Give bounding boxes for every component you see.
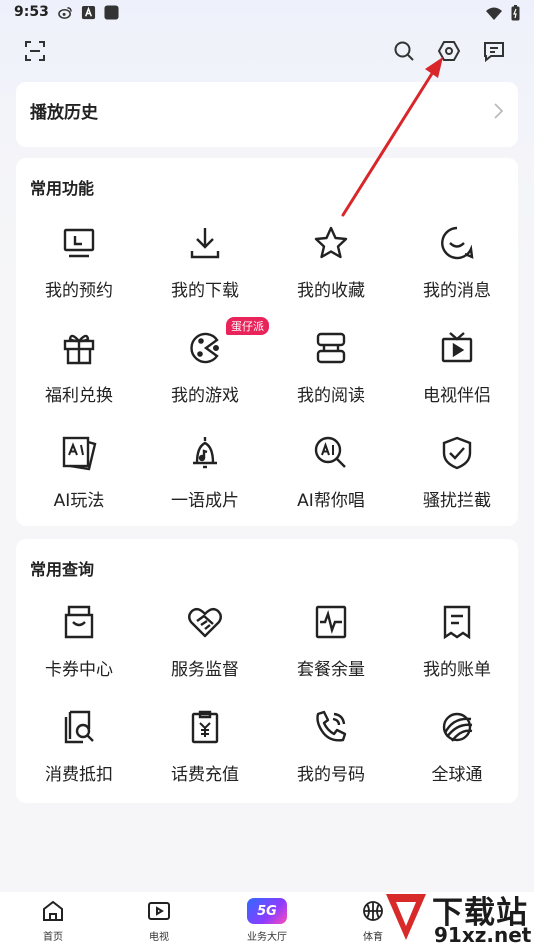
app-square-icon [104,5,119,20]
func-item-welfare[interactable]: 福利兑换 [16,329,142,419]
chevron-right-icon [494,103,504,119]
yuan-clipboard-icon [186,708,224,746]
func-item-favorites[interactable]: 我的收藏 [268,224,394,314]
weibo-icon [58,7,72,19]
func-item-messages[interactable]: 我的消息 [394,224,520,314]
ai-search-icon [312,434,350,472]
gift-icon [60,329,98,367]
search-icon[interactable] [391,38,417,64]
history-title: 播放历史 [30,103,98,123]
func-item-games[interactable]: 我的游戏 [142,329,268,419]
func-label: 我的消息 [423,281,491,301]
query-item-bill[interactable]: 我的账单 [394,603,520,693]
status-icons-left [58,5,119,20]
ai-cards-icon [60,434,98,472]
download-icon [186,224,224,262]
scan-icon[interactable] [22,38,48,64]
watermark-logo-icon [386,894,426,940]
query-item-recharge[interactable]: 话费充值 [142,708,268,798]
func-label: 一语成片 [171,491,239,511]
wifi-icon [486,7,502,20]
game-badge: 蛋仔派 [226,317,269,335]
func-item-spam-block[interactable]: 骚扰拦截 [394,434,520,524]
shield-check-icon [438,434,476,472]
query-label: 我的号码 [297,765,365,785]
status-time: 9:53 [14,4,49,20]
phone-call-icon [312,708,350,746]
query-item-my-number[interactable]: 我的号码 [268,708,394,798]
func-label: 我的收藏 [297,281,365,301]
5g-icon: 5G [247,898,287,924]
nav-home[interactable]: 首页 [18,898,88,943]
game-icon [186,329,224,367]
monitor-icon [60,224,98,262]
star-icon [312,224,350,262]
func-item-appointments[interactable]: 我的预约 [16,224,142,314]
func-label: 我的阅读 [297,386,365,406]
query-item-coupons[interactable]: 卡券中心 [16,603,142,693]
status-bar: 9:53 [0,0,534,28]
query-label: 话费充值 [171,765,239,785]
tv-icon [438,329,476,367]
home-icon [40,898,66,924]
func-item-reading[interactable]: 我的阅读 [268,329,394,419]
query-item-global[interactable]: 全球通 [394,708,520,798]
func-item-downloads[interactable]: 我的下载 [142,224,268,314]
watermark: 下载站 91xz.net [382,886,534,950]
coupon-icon [60,603,98,641]
query-label: 全球通 [431,765,483,785]
func-label: 福利兑换 [45,386,113,406]
func-label: 我的游戏 [171,386,239,406]
func-item-ai-sing[interactable]: AI帮你唱 [268,434,394,524]
query-item-service-supervision[interactable]: 服务监督 [142,603,268,693]
a-app-icon [81,5,96,20]
section-title-queries: 常用查询 [30,560,95,579]
func-label: 电视伴侣 [423,386,491,406]
nav-tv[interactable]: 电视 [124,898,194,943]
func-item-tv-companion[interactable]: 电视伴侣 [394,329,520,419]
handshake-heart-icon [186,603,224,641]
func-label: 我的预约 [45,281,113,301]
nav-label: 首页 [43,932,63,943]
reading-icon [312,329,350,367]
func-item-ai-play[interactable]: AI玩法 [16,434,142,524]
doc-search-icon [60,708,98,746]
play-tv-icon [146,898,172,924]
battery-icon [511,5,520,21]
smile-message-icon [438,224,476,262]
watermark-sub: 91xz.net [434,923,532,947]
common-queries-card: 常用查询 卡券中心 服务监督 套餐余量 我的账单 消费抵扣 话费充值 我的号码 … [16,539,518,803]
bell-note-icon [186,434,224,472]
func-label: 我的下载 [171,281,239,301]
func-label: AI帮你唱 [297,491,365,511]
nav-label: 电视 [149,932,169,943]
query-label: 套餐余量 [297,660,365,680]
query-label: 服务监督 [171,660,239,680]
settings-hexagon-icon[interactable] [436,38,462,64]
func-item-one-sentence-film[interactable]: 一语成片 [142,434,268,524]
status-icons-right [485,5,520,21]
query-item-deduction[interactable]: 消费抵扣 [16,708,142,798]
func-label: 骚扰拦截 [423,491,491,511]
bill-icon [438,603,476,641]
nav-business-hall[interactable]: 5G 业务大厅 [232,898,302,943]
globe-swoosh-icon [438,708,476,746]
query-label: 我的账单 [423,660,491,680]
common-functions-card: 常用功能 我的预约 我的下载 我的收藏 我的消息 福利兑换 我的游戏 我的阅读 … [16,158,518,526]
nav-label: 业务大厅 [247,932,287,943]
top-bar [0,34,534,68]
history-card[interactable]: 播放历史 [16,82,518,147]
query-label: 消费抵扣 [45,765,113,785]
pulse-chart-icon [312,603,350,641]
query-item-package-balance[interactable]: 套餐余量 [268,603,394,693]
query-label: 卡券中心 [45,660,113,680]
section-title-functions: 常用功能 [30,179,95,198]
message-icon[interactable] [481,38,507,64]
func-label: AI玩法 [53,491,105,511]
